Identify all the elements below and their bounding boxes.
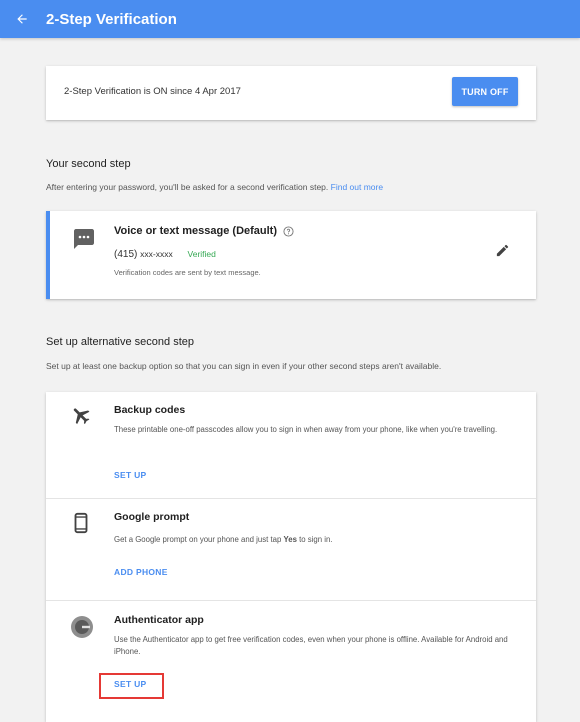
google-prompt-description-bold: Yes (283, 535, 297, 544)
highlight-box (99, 673, 164, 699)
authenticator-icon (71, 616, 93, 638)
pencil-icon[interactable] (495, 243, 510, 258)
method-note: Verification codes are sent by text mess… (114, 268, 261, 277)
page-title: 2-Step Verification (46, 10, 177, 28)
backup-codes-setup-button[interactable]: SET UP (114, 470, 147, 480)
google-prompt-description: Get a Google prompt on your phone and ju… (114, 534, 524, 546)
list-item: Authenticator app Use the Authenticator … (46, 600, 536, 722)
primary-method-card: Voice or text message (Default) (415) xx… (46, 211, 536, 299)
message-icon (74, 229, 94, 249)
airplane-icon (73, 408, 90, 425)
alternative-heading: Set up alternative second step (46, 336, 194, 348)
second-step-heading: Your second step (46, 158, 131, 170)
backup-codes-description: These printable one-off passcodes allow … (114, 425, 498, 434)
add-phone-button[interactable]: ADD PHONE (114, 567, 168, 577)
list-item: Backup codes These printable one-off pas… (46, 392, 536, 498)
turn-off-button[interactable]: TURN OFF (452, 77, 518, 106)
method-title: Voice or text message (Default) (114, 225, 278, 237)
arrow-back-icon (17, 14, 27, 24)
phone-number: (415) xxx-xxxx Verified (114, 249, 216, 260)
method-title-row: Voice or text message (Default) (114, 225, 294, 237)
google-prompt-title: Google prompt (114, 511, 190, 523)
verified-badge: Verified (187, 249, 216, 259)
authenticator-description: Use the Authenticator app to get free ve… (114, 635, 508, 656)
status-card: 2-Step Verification is ON since 4 Apr 20… (46, 66, 536, 120)
back-button[interactable] (0, 0, 44, 38)
authenticator-title: Authenticator app (114, 614, 204, 626)
list-item: Google prompt Get a Google prompt on you… (46, 498, 536, 600)
second-step-description: After entering your password, you'll be … (46, 182, 383, 192)
app-bar: 2-Step Verification (0, 0, 580, 38)
google-prompt-description-prefix: Get a Google prompt on your phone and ju… (114, 535, 284, 544)
second-step-description-text: After entering your password, you'll be … (46, 182, 329, 192)
phone-icon (74, 512, 88, 534)
status-text: 2-Step Verification is ON since 4 Apr 20… (64, 86, 241, 97)
alternative-description: Set up at least one backup option so tha… (46, 361, 442, 371)
help-icon[interactable] (283, 225, 294, 237)
phone-masked: xxx-xxxx (140, 249, 173, 259)
backup-codes-title: Backup codes (114, 404, 186, 416)
google-prompt-description-suffix: to sign in. (296, 535, 333, 544)
phone-prefix: (415) (114, 249, 138, 260)
find-out-more-link[interactable]: Find out more (331, 182, 383, 192)
